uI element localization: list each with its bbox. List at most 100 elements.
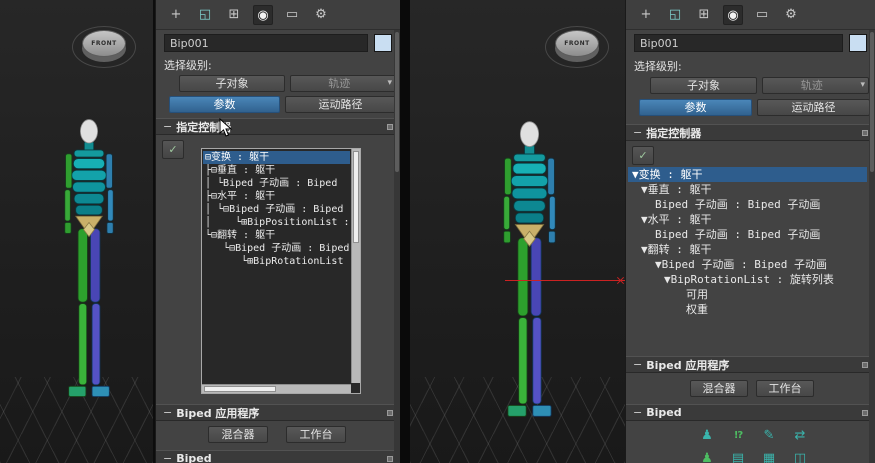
trajectory-button-label: 轨迹 [800, 79, 823, 92]
motion-tab-icon[interactable]: ◉ [723, 4, 743, 25]
tree-item-vertical[interactable]: ├⊟垂直 : 躯干 [203, 164, 350, 177]
command-panel-tabs: + ◱ ⊞ ◉ ▭ ⚙ [626, 0, 875, 30]
assign-controller-button[interactable]: ✓ [632, 146, 654, 165]
rollout-corner-icon [387, 123, 393, 130]
tree-item-available[interactable]: 可用 [628, 287, 867, 302]
tree-item-turning[interactable]: └⊟翻转 : 躯干 [203, 229, 350, 242]
motion-paths-button[interactable]: 运动路径 [757, 99, 870, 116]
footstep-mode-icon[interactable]: !? [727, 426, 749, 446]
object-name-input[interactable] [164, 34, 368, 52]
tree-item-biped-subanim[interactable]: │ └⊟Biped 子动画 : Biped [203, 203, 350, 216]
motion-tab-icon[interactable]: ◉ [253, 4, 273, 25]
collapse-icon: − [633, 126, 643, 139]
workbench-button[interactable]: 工作台 [756, 380, 814, 397]
object-name-row [634, 34, 867, 52]
tree-vertical-scrollbar[interactable] [351, 149, 360, 383]
selection-level-label: 选择级别: [164, 59, 212, 72]
rollout-biped-apps[interactable]: − Biped 应用程序 [156, 404, 400, 421]
motion-flow-mode-icon[interactable]: ✎ [758, 426, 780, 446]
sub-object-button[interactable]: 子对象 [179, 75, 285, 92]
tree-vscroll-thumb[interactable] [353, 151, 359, 243]
biped-figure-files-icon[interactable]: ♟ [696, 449, 718, 463]
modify-tab-icon[interactable]: ◱ [195, 5, 215, 25]
hierarchy-tab-icon[interactable]: ⊞ [224, 5, 244, 25]
biped-mode-icons-row2: ♟ ▤ ▦ ◫ [696, 449, 811, 463]
create-tab-icon[interactable]: + [166, 5, 186, 25]
mouse-cursor [219, 118, 233, 137]
tree-item-biped-subanim[interactable]: └⊟Biped 子动画 : Biped [203, 242, 350, 255]
viewcube-front-label: FRONT [564, 40, 590, 47]
panel-scrollbar-thumb[interactable] [395, 32, 399, 172]
utilities-wrench-icon[interactable]: ⚙ [781, 5, 801, 25]
rollout-title: Biped [646, 406, 682, 419]
biped-mode-icons-row1: ♟ !? ✎ ⇄ [696, 426, 811, 446]
tree-item-transform[interactable]: ▼变换 : 躯干 [628, 167, 867, 182]
x-axis-marker [616, 276, 625, 285]
panel-scrollbar[interactable] [869, 30, 875, 463]
utilities-wrench-icon[interactable]: ⚙ [311, 5, 331, 25]
save-file-icon[interactable]: ▦ [758, 449, 780, 463]
tree-item-biped-subanim[interactable]: Biped 子动画 : Biped 子动画 [628, 197, 867, 212]
parameters-button[interactable]: 参数 [639, 99, 752, 116]
assign-controller-button[interactable]: ✓ [162, 140, 184, 159]
trajectory-button[interactable]: ▾ 轨迹 [762, 77, 869, 94]
object-color-swatch[interactable] [849, 34, 867, 52]
panel-scrollbar-thumb[interactable] [870, 32, 874, 172]
sub-object-button[interactable]: 子对象 [650, 77, 757, 94]
collapse-icon: − [163, 452, 173, 463]
object-name-row [164, 34, 392, 52]
tree-item-horizontal[interactable]: ├⊟水平 : 躯干 [203, 190, 350, 203]
workbench-button[interactable]: 工作台 [286, 426, 346, 443]
biped-character[interactable] [50, 103, 128, 445]
parameters-button[interactable]: 参数 [169, 96, 280, 113]
viewport-right[interactable]: FRONT [410, 0, 625, 463]
motion-paths-button[interactable]: 运动路径 [285, 96, 396, 113]
collapse-icon: − [163, 406, 173, 419]
tree-item-turning[interactable]: ▼翻转 : 躯干 [628, 242, 867, 257]
command-panel-tabs: + ◱ ⊞ ◉ ▭ ⚙ [156, 0, 400, 30]
tree-item-biped-subanim[interactable]: ▼Biped 子动画 : Biped 子动画 [628, 257, 867, 272]
assign-controller-tree: ▼变换 : 躯干 ▼垂直 : 躯干 Biped 子动画 : Biped 子动画 … [628, 167, 867, 317]
object-color-swatch[interactable] [374, 34, 392, 52]
tree-hscroll-thumb[interactable] [204, 386, 276, 392]
rollout-title: Biped [176, 452, 212, 463]
viewport-left[interactable]: FRONT [0, 0, 153, 463]
mixer-mode-icon[interactable]: ⇄ [789, 426, 811, 446]
display-tab-icon[interactable]: ▭ [752, 5, 772, 25]
tree-item-biped-subanim[interactable]: │ └Biped 子动画 : Biped [203, 177, 350, 190]
create-tab-icon[interactable]: + [636, 5, 656, 25]
screen-divider [400, 0, 410, 463]
rollout-assign-controller[interactable]: − 指定控制器 [156, 118, 400, 135]
tree-item-biprotationlist[interactable]: ▼BipRotationList : 旋转列表 [628, 272, 867, 287]
tree-item-horizontal[interactable]: ▼水平 : 躯干 [628, 212, 867, 227]
rollout-biped[interactable]: − Biped [156, 450, 400, 463]
tree-item-transform[interactable]: ⊟变换 : 躯干 [203, 151, 350, 164]
tree-item-vertical[interactable]: ▼垂直 : 躯干 [628, 182, 867, 197]
trajectory-button[interactable]: ▾ 轨迹 [290, 75, 396, 92]
collapse-icon: − [633, 358, 643, 371]
load-file-icon[interactable]: ▤ [727, 449, 749, 463]
rollout-biped[interactable]: − Biped [626, 404, 875, 421]
viewcube-disc[interactable]: FRONT [82, 30, 126, 57]
mixer-button[interactable]: 混合器 [690, 380, 748, 397]
convert-icon[interactable]: ◫ [789, 449, 811, 463]
viewcube-disc[interactable]: FRONT [555, 30, 599, 57]
viewcube-gizmo[interactable]: FRONT [72, 26, 136, 68]
tree-item-biprotationlist[interactable]: └⊞BipRotationList : [203, 255, 350, 268]
tree-item-weight[interactable]: 权重 [628, 302, 867, 317]
rollout-assign-controller[interactable]: − 指定控制器 [626, 124, 875, 141]
modify-tab-icon[interactable]: ◱ [665, 5, 685, 25]
rollout-biped-apps[interactable]: − Biped 应用程序 [626, 356, 875, 373]
tree-item-biped-subanim[interactable]: Biped 子动画 : Biped 子动画 [628, 227, 867, 242]
figure-mode-icon[interactable]: ♟ [696, 426, 718, 446]
display-tab-icon[interactable]: ▭ [282, 5, 302, 25]
mode-buttons: 参数 运动路径 [169, 96, 396, 113]
hierarchy-tab-icon[interactable]: ⊞ [694, 5, 714, 25]
x-axis-line [505, 280, 625, 281]
object-name-input[interactable] [634, 34, 843, 52]
tree-horizontal-scrollbar[interactable] [202, 384, 351, 393]
biped-character-selected[interactable] [488, 107, 571, 463]
tree-item-bippositionlist[interactable]: │ └⊞BipPositionList : [203, 216, 350, 229]
viewcube-gizmo[interactable]: FRONT [545, 26, 609, 68]
mixer-button[interactable]: 混合器 [208, 426, 268, 443]
